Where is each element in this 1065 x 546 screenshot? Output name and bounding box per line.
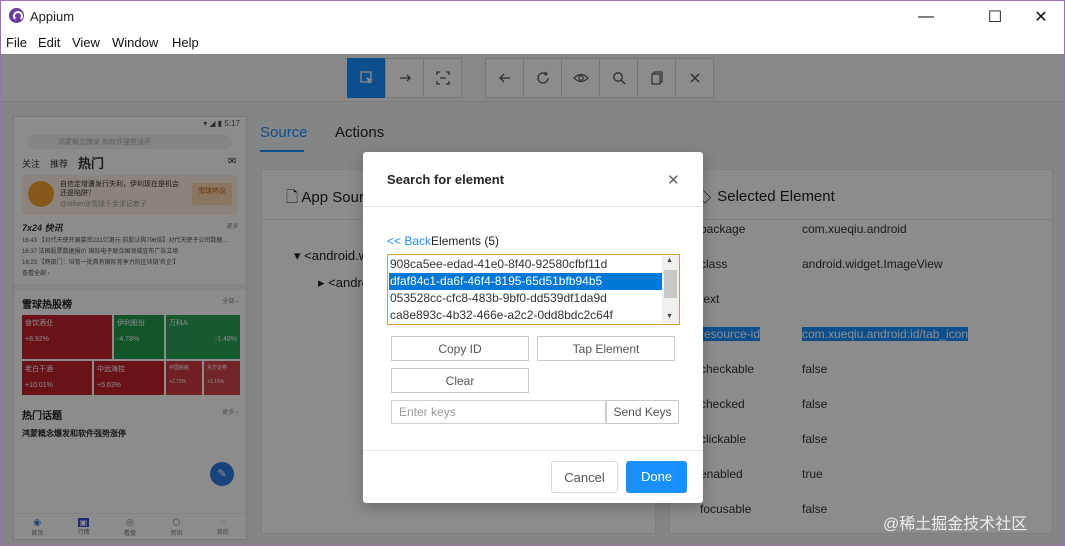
minimize-button[interactable]: — xyxy=(903,1,949,32)
menu-help[interactable]: Help xyxy=(172,35,199,50)
listbox-scrollbar[interactable]: ▲ ▼ xyxy=(662,256,679,323)
search-element-dialog: Search for element ✕ << BackElements (5)… xyxy=(363,152,703,503)
scroll-down-icon[interactable]: ▼ xyxy=(666,313,673,320)
menu-bar: File Edit View Window Help xyxy=(1,32,1064,54)
menu-window[interactable]: Window xyxy=(112,35,158,50)
menu-edit[interactable]: Edit xyxy=(38,35,60,50)
appium-window: Appium — ☐ ✕ File Edit View Window Help xyxy=(0,0,1065,546)
scroll-thumb[interactable] xyxy=(664,270,677,298)
scroll-up-icon[interactable]: ▲ xyxy=(666,257,673,264)
cancel-button[interactable]: Cancel xyxy=(551,461,618,493)
element-id-item[interactable]: 908ca5ee-edad-41e0-8f40-92580cfbf11d xyxy=(389,256,662,273)
dialog-close-icon[interactable]: ✕ xyxy=(667,171,680,189)
element-id-item[interactable]: dfaf84c1-da6f-46f4-8195-65d51bfb94b5 xyxy=(389,273,662,290)
title-bar: Appium — ☐ ✕ xyxy=(1,1,1064,32)
elements-listbox[interactable]: 908ca5ee-edad-41e0-8f40-92580cfbf11d dfa… xyxy=(387,254,680,325)
elements-nav: << BackElements (5) xyxy=(387,234,499,248)
elements-count: Elements (5) xyxy=(431,234,500,248)
done-button[interactable]: Done xyxy=(626,461,687,493)
tap-element-button[interactable]: Tap Element xyxy=(537,336,675,361)
dialog-footer: Cancel Done xyxy=(363,450,703,503)
menu-view[interactable]: View xyxy=(72,35,100,50)
enter-keys-input[interactable]: Enter keys xyxy=(391,400,606,424)
close-window-button[interactable]: ✕ xyxy=(1018,1,1064,32)
send-keys-button[interactable]: Send Keys xyxy=(606,400,679,424)
clear-button[interactable]: Clear xyxy=(391,368,529,393)
copy-id-button[interactable]: Copy ID xyxy=(391,336,529,361)
dialog-header: Search for element ✕ xyxy=(363,152,703,207)
menu-file[interactable]: File xyxy=(6,35,27,50)
watermark: @稀土掘金技术社区 xyxy=(883,516,1028,533)
element-id-item[interactable]: 053528cc-cfc8-483b-9bf0-dd539df1da9d xyxy=(389,290,662,307)
maximize-button[interactable]: ☐ xyxy=(972,1,1018,32)
dialog-title: Search for element xyxy=(387,172,505,187)
appium-logo-icon xyxy=(9,8,24,23)
back-link[interactable]: << Back xyxy=(387,234,431,248)
element-id-item[interactable]: ca8e893c-4b32-466e-a2c2-0dd8bdc2c64f xyxy=(389,307,662,324)
window-title: Appium xyxy=(30,9,75,24)
